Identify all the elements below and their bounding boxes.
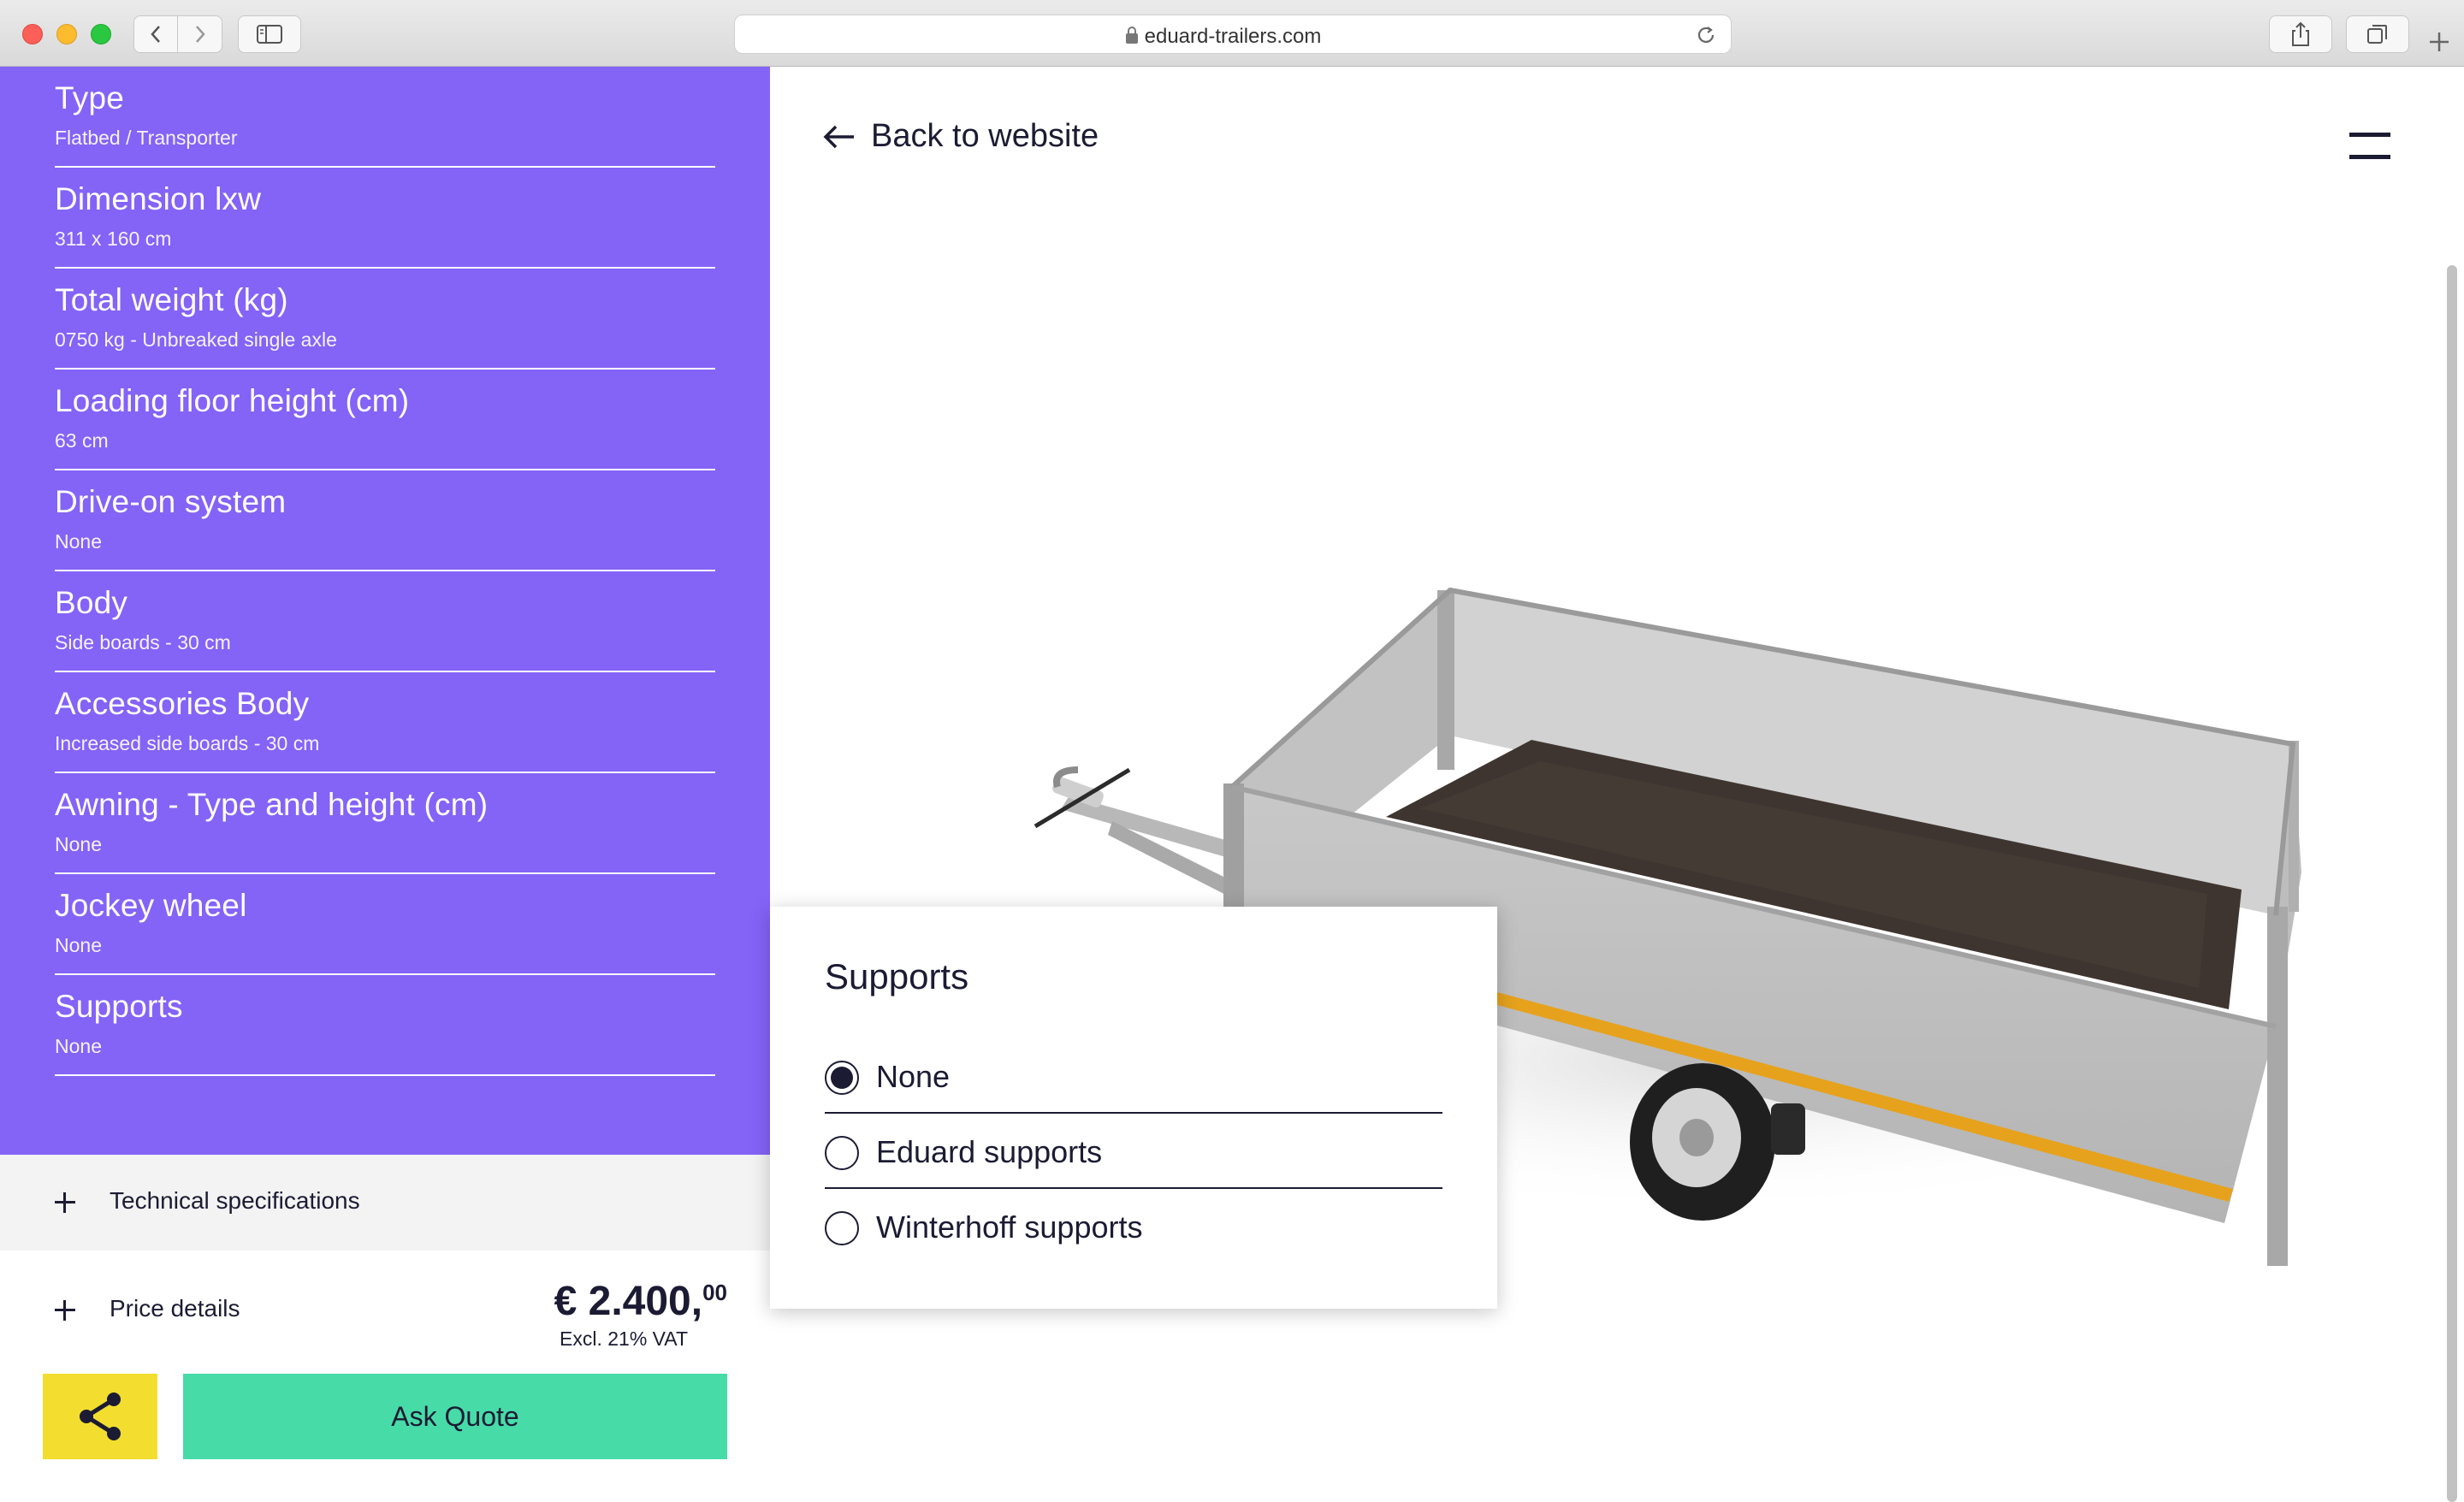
spec-value: Side boards - 30 cm [55,631,231,653]
menu-icon [2349,133,2390,137]
back-to-website-link[interactable]: Back to website [823,118,1099,155]
hamburger-menu-button[interactable] [2349,133,2390,162]
radio-selected-icon[interactable] [825,1061,859,1095]
spec-loading-floor-height[interactable]: Loading floor height (cm) 63 cm [55,370,715,470]
menu-icon-bar [2349,155,2390,159]
spec-dimension[interactable]: Dimension lxw 311 x 160 cm [55,168,715,269]
spec-type[interactable]: Type Flatbed / Transporter [55,67,715,168]
price-amount: € 2.400, [554,1279,703,1324]
configuration-panel: Type Flatbed / Transporter Dimension lxw… [0,67,770,1155]
address-url: eduard-trailers.com [1144,25,1322,48]
spec-accessories-body[interactable]: Accessories Body Increased side boards -… [55,672,715,773]
spec-label: Loading floor height (cm) [55,383,410,418]
spec-label: Supports [55,989,183,1024]
spec-label: Drive-on system [55,484,287,519]
plus-icon [55,1192,75,1213]
minimize-window-button[interactable] [56,24,77,44]
vat-note: Excl. 21% VAT [560,1328,688,1350]
spec-label: Awning - Type and height (cm) [55,787,489,822]
option-label: Winterhoff supports [876,1209,1143,1245]
back-link-label: Back to website [871,118,1099,154]
spec-value: None [55,1035,102,1057]
option-eduard-supports[interactable]: Eduard supports [825,1114,1442,1189]
option-winterhoff-supports[interactable]: Winterhoff supports [825,1189,1442,1264]
share-nodes-icon [80,1393,121,1440]
option-label: Eduard supports [876,1134,1103,1169]
technical-specifications-toggle[interactable]: Technical specifications [0,1155,770,1251]
supports-options-popup: Supports None Eduard supports Winterhoff… [770,907,1497,1309]
fullscreen-window-button[interactable] [91,24,111,44]
option-label: None [876,1059,951,1094]
spec-label: Total weight (kg) [55,282,288,317]
spec-label: Jockey wheel [55,888,247,923]
browser-back-button[interactable] [133,15,178,53]
technical-specifications-label: Technical specifications [110,1187,360,1214]
tabs-overview-icon [2367,25,2387,44]
popup-title: Supports [825,956,969,996]
share-icon [2292,21,2309,46]
spec-supports[interactable]: Supports None [55,975,715,1076]
address-bar[interactable]: eduard-trailers.com [734,15,1732,54]
radio-icon[interactable] [825,1211,859,1245]
spec-value: None [55,833,102,855]
spec-value: 63 cm [55,429,109,452]
spec-value: Increased side boards - 30 cm [55,732,320,754]
spec-jockey-wheel[interactable]: Jockey wheel None [55,874,715,975]
spec-drive-on-system[interactable]: Drive-on system None [55,470,715,571]
browser-forward-button[interactable] [178,15,222,53]
spec-value: Flatbed / Transporter [55,127,238,149]
price-display: € 2.400,00 [554,1278,727,1325]
spec-value: 311 x 160 cm [55,228,172,250]
spec-value: None [55,934,102,956]
plus-icon[interactable] [55,1300,75,1321]
spec-body[interactable]: Body Side boards - 30 cm [55,571,715,672]
spec-label: Type [55,80,125,115]
chevron-left-icon [151,26,160,43]
page-scrollbar[interactable] [2447,265,2457,1502]
ask-quote-button[interactable]: Ask Quote [183,1374,727,1459]
price-cents: 00 [702,1280,727,1305]
share-configuration-button[interactable] [43,1374,157,1459]
close-window-button[interactable] [22,24,43,44]
new-tab-icon[interactable] [2426,29,2452,55]
browser-share-button[interactable] [2269,15,2332,53]
sidebar-icon [257,25,282,44]
spec-label: Body [55,585,128,620]
price-details-label[interactable]: Price details [110,1295,240,1322]
arrow-left-icon [823,125,854,148]
spec-label: Accessories Body [55,686,310,721]
browser-toolbar: eduard-trailers.com [0,0,2464,67]
browser-tabs-button[interactable] [2346,15,2409,53]
option-none[interactable]: None [825,1038,1442,1114]
price-section: Price details € 2.400,00 Excl. 21% VAT A… [0,1251,770,1502]
spec-total-weight[interactable]: Total weight (kg) 0750 kg - Unbreaked si… [55,269,715,370]
spec-label: Dimension lxw [55,181,262,216]
radio-icon[interactable] [825,1136,859,1170]
chevron-right-icon [195,26,205,43]
spec-value: None [55,530,102,553]
spec-awning[interactable]: Awning - Type and height (cm) None [55,773,715,874]
browser-sidebar-button[interactable] [238,15,301,53]
spec-value: 0750 kg - Unbreaked single axle [55,328,337,351]
reload-icon[interactable] [1695,24,1717,46]
